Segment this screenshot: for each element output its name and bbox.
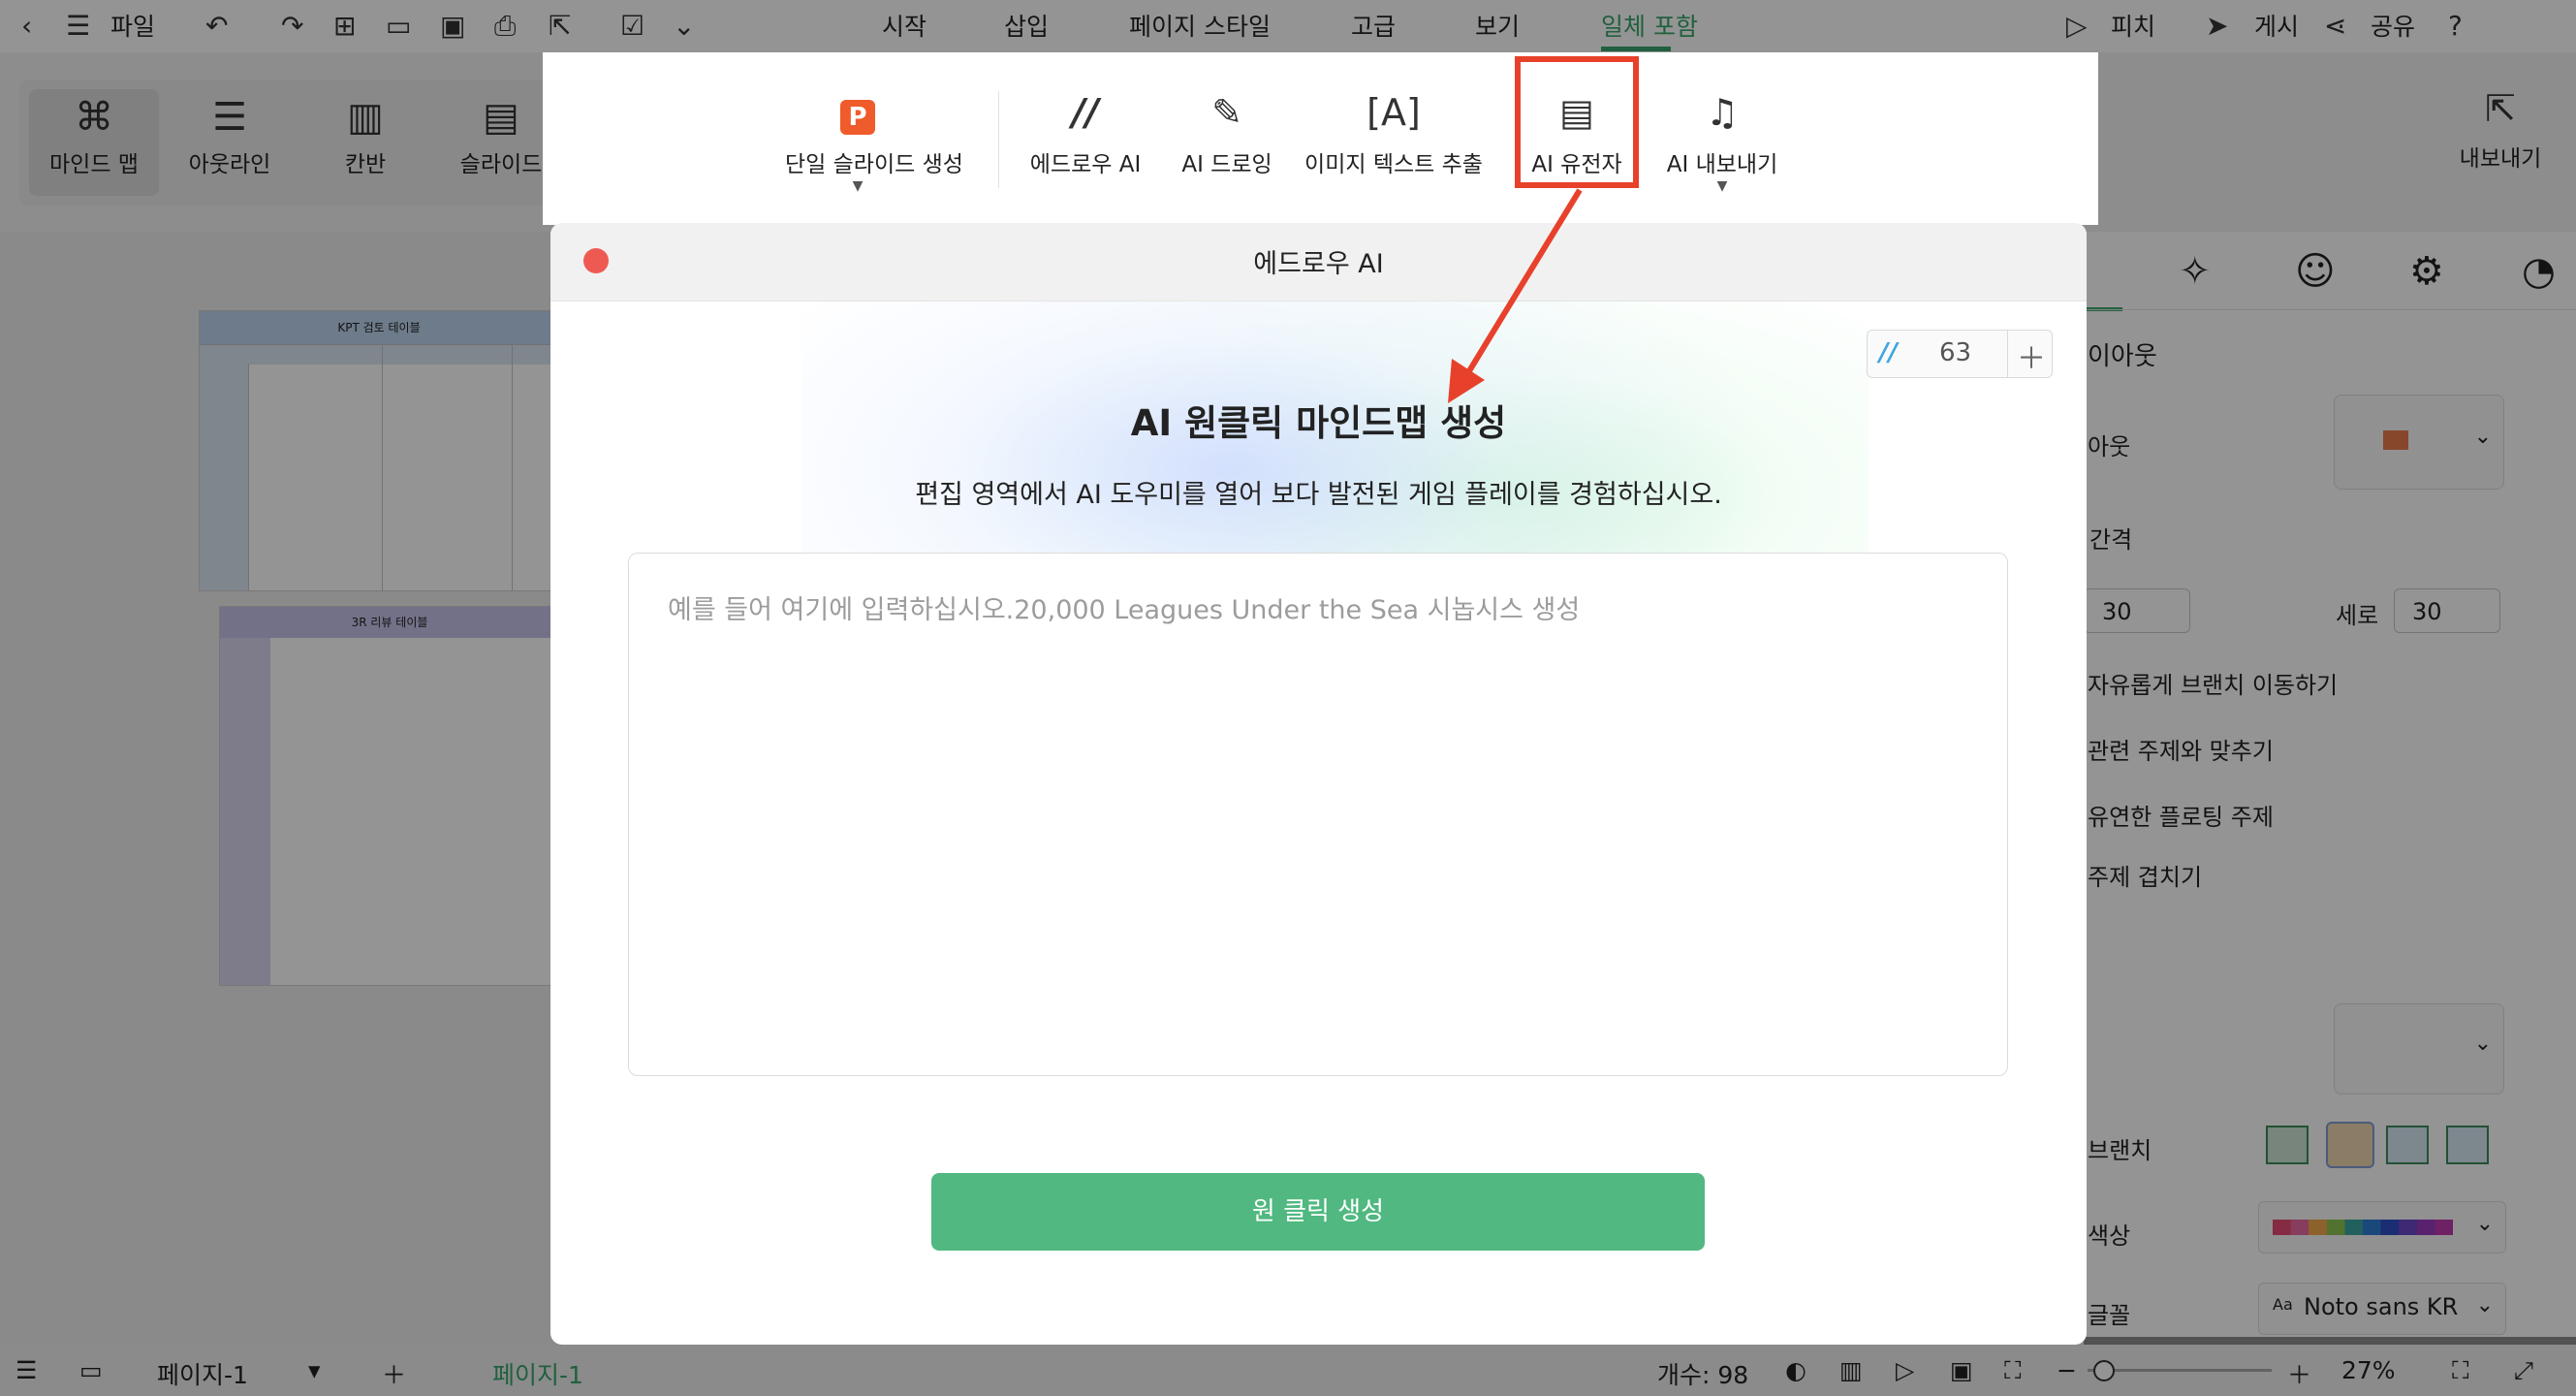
dialog-header: 에드로우 AI	[550, 223, 2087, 301]
single-slide-button[interactable]: P 단일 슬라이드 생성 ▼	[785, 91, 963, 194]
credit-divider	[2007, 331, 2008, 377]
ai-export-label: AI 내보내기	[1666, 152, 1778, 177]
edraw-ai-label: 에드로우 AI	[1029, 152, 1142, 177]
chevron-down-icon: ▼	[1716, 178, 1728, 194]
edraw-ai-icon: //	[1879, 338, 1898, 367]
credit-count: 63	[1939, 338, 1972, 367]
ai-toolbar: P 단일 슬라이드 생성 ▼ // 에드로우 AI ✎ AI 드로잉 [A] 이…	[543, 52, 2098, 225]
dialog-headline: AI 원클릭 마인드맵 생성	[1130, 402, 1507, 444]
dialog-title: 에드로우 AI	[1253, 249, 1384, 279]
ai-drawing-icon: ✎	[1211, 91, 1242, 134]
add-credit-icon[interactable]: ＋	[2017, 334, 2046, 377]
ai-export-icon: ♫	[1705, 91, 1740, 134]
edraw-ai-button[interactable]: // 에드로우 AI	[1021, 91, 1149, 178]
generate-button[interactable]: 원 클릭 생성	[931, 1173, 1705, 1251]
edraw-ai-dialog: 에드로우 AI // 63 ＋ AI 원클릭 마인드맵 생성 편집 영역에서 A…	[550, 223, 2087, 1345]
ai-drawing-label: AI 드로잉	[1181, 152, 1272, 177]
chevron-down-icon: ▼	[852, 178, 864, 194]
ocr-label: 이미지 텍스트 추출	[1304, 152, 1483, 177]
dialog-subline: 편집 영역에서 AI 도우미를 열어 보다 발전된 게임 플레이를 경험하십시오…	[915, 480, 1722, 510]
ocr-button[interactable]: [A] 이미지 텍스트 추출	[1299, 91, 1489, 178]
ai-export-button[interactable]: ♫ AI 내보내기 ▼	[1659, 91, 1785, 194]
ai-drawing-button[interactable]: ✎ AI 드로잉	[1171, 91, 1283, 178]
annotation-arrow	[1448, 188, 1583, 403]
credit-counter: // 63 ＋	[1867, 330, 2053, 378]
ppt-icon: P	[785, 91, 930, 140]
single-slide-label: 단일 슬라이드 생성	[785, 152, 963, 177]
prompt-input[interactable]	[628, 553, 2008, 1076]
toolbar-divider	[998, 91, 999, 188]
highlight-box	[1515, 56, 1639, 188]
edraw-ai-icon: //	[1072, 91, 1099, 134]
ocr-icon: [A]	[1367, 91, 1421, 134]
